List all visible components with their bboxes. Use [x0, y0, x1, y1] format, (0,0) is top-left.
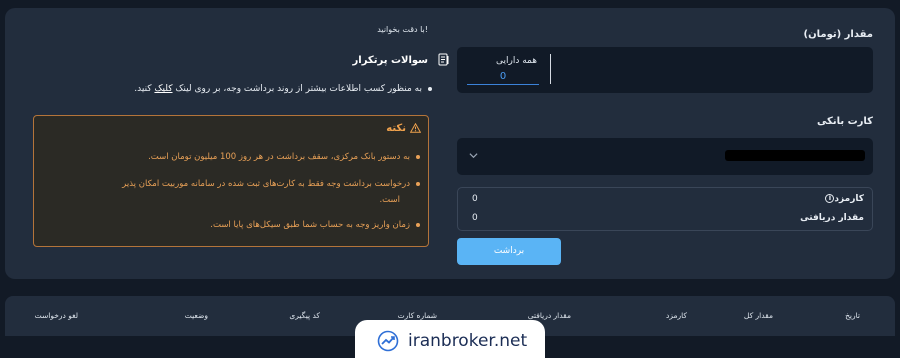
received-value: 0: [472, 213, 478, 223]
faq-bullet-text: به منظور کسب اطلاعات بیشتر از روند برداش…: [175, 84, 422, 94]
col-status: وضعیت: [184, 311, 208, 320]
trend-up-icon: [377, 330, 399, 352]
fee-row: i کارمزد: [824, 194, 864, 204]
bullet-dot: [416, 181, 420, 186]
note-item-text: زمان واریز وجه به حساب شما طبق سیکل‌های …: [210, 220, 410, 230]
bullet-dot: [416, 154, 420, 159]
note-item-text: به دستور بانک مرکزی، سقف برداشت در هر رو…: [148, 152, 410, 162]
amount-input[interactable]: همه دارایی 0: [457, 47, 873, 93]
all-assets-button[interactable]: 0: [467, 69, 539, 85]
note-box: نکته به دستور بانک مرکزی، سقف برداشت در …: [33, 115, 429, 247]
watermark: iranbroker.net: [355, 320, 545, 358]
all-assets-label: همه دارایی: [496, 56, 537, 66]
col-card-number: شماره کارت: [397, 311, 437, 320]
note-title: نکته: [386, 123, 406, 134]
watermark-text: iranbroker.net: [408, 331, 528, 351]
col-tracking-code: کد پیگیری: [289, 311, 320, 320]
text-cursor: [550, 54, 551, 84]
bullet-dot: [428, 86, 432, 91]
document-icon: [438, 53, 449, 66]
warning-icon: [410, 123, 421, 133]
withdraw-button[interactable]: برداشت: [457, 238, 561, 265]
note-item: زمان واریز وجه به حساب شما طبق سیکل‌های …: [210, 218, 420, 233]
chevron-down-icon: [469, 153, 478, 159]
read-carefully-text: با دقت بخوانید!: [377, 25, 428, 34]
bullet-dot: [416, 222, 420, 227]
note-item-text: درخواست برداشت وجه فقط به کارت‌های ثبت ش…: [122, 179, 410, 189]
bank-card-select[interactable]: [457, 138, 873, 175]
fee-label: کارمزد: [834, 194, 864, 204]
col-date: تاریخ: [845, 311, 860, 320]
col-received-amount: مقدار دریافتی: [527, 311, 571, 320]
note-item: به دستور بانک مرکزی، سقف برداشت در هر رو…: [148, 150, 420, 165]
col-cancel-request: لغو درخواست: [34, 311, 78, 320]
received-label: مقدار دریافتی: [800, 213, 864, 223]
col-total-amount: مقدار کل: [743, 311, 773, 320]
faq-bullet: به منظور کسب اطلاعات بیشتر از روند برداش…: [134, 84, 432, 94]
amount-label: مقدار (تومان): [803, 29, 873, 40]
faq-title: سوالات پرتکرار: [352, 55, 428, 66]
bank-card-label: کارت بانکی: [816, 116, 873, 127]
faq-bullet-end: کنید.: [134, 84, 152, 94]
fee-summary: i کارمزد 0 مقدار دریافتی 0: [457, 187, 873, 231]
fee-value: 0: [472, 194, 478, 204]
faq-link[interactable]: کلیک: [154, 84, 172, 94]
note-item: درخواست برداشت وجه فقط به کارت‌های ثبت ش…: [122, 177, 420, 192]
masked-card-number: [725, 150, 865, 161]
col-fee: کارمزد: [666, 311, 687, 320]
note-item-continuation: است.: [379, 195, 400, 205]
